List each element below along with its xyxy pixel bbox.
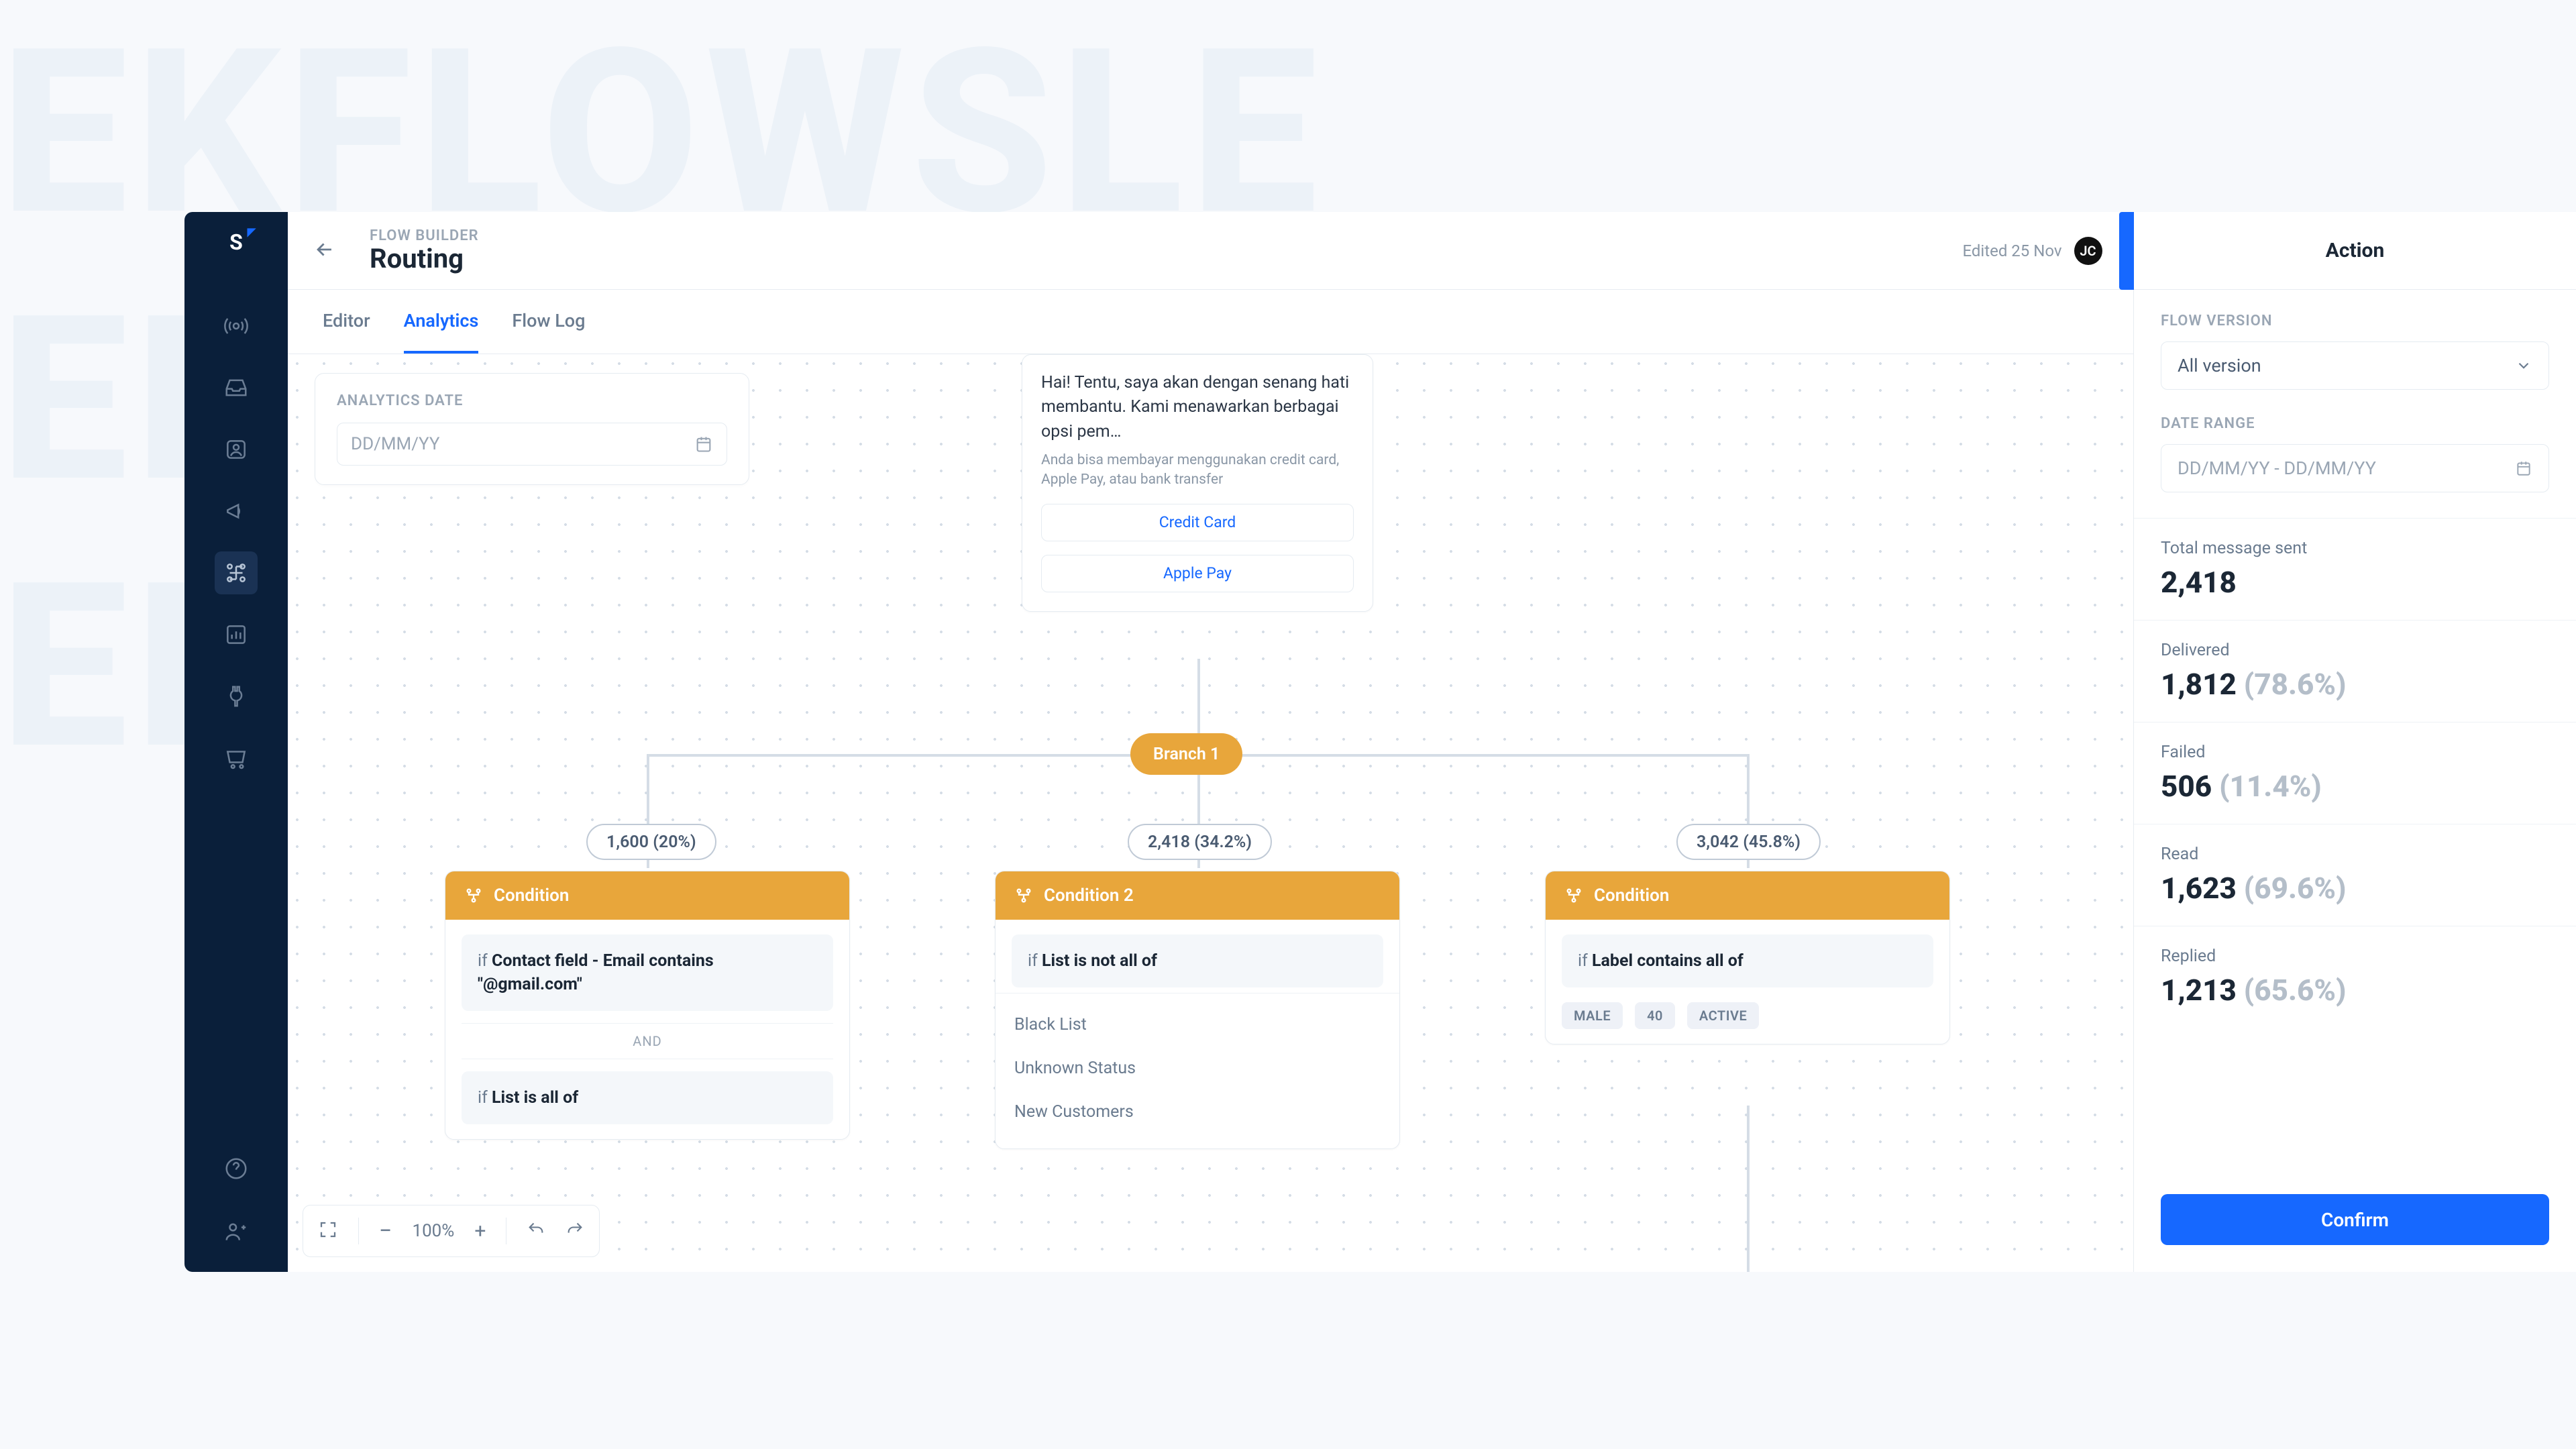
back-button[interactable] (313, 238, 336, 264)
app-logo: S◤ (221, 227, 252, 258)
list-item: New Customers (1012, 1090, 1383, 1134)
count-chip-1: 1,600 (20%) (586, 824, 716, 860)
stat-value: 506 (11.4%) (2161, 769, 2549, 804)
condition-header: Condition (1546, 871, 1949, 920)
date-range-label: DATE RANGE (2161, 415, 2549, 432)
branch-icon (464, 886, 483, 905)
stat-label: Read (2161, 845, 2549, 864)
nav-item-integrations[interactable] (215, 675, 258, 718)
flow-version-select[interactable]: All version (2161, 341, 2549, 390)
page-title: Routing (370, 243, 479, 274)
confirm-button[interactable]: Confirm (2161, 1194, 2549, 1245)
zoom-in-button[interactable]: + (474, 1220, 486, 1243)
nav-item-settings[interactable] (215, 1210, 258, 1253)
condition-header: Condition 2 (996, 871, 1399, 920)
analytics-date-label: ANALYTICS DATE (337, 392, 727, 409)
stat-label: Replied (2161, 947, 2549, 966)
chevron-down-icon (2515, 357, 2532, 374)
action-panel: Action FLOW VERSION All version DATE RAN… (2133, 212, 2576, 1272)
list-item: Black List (1012, 1003, 1383, 1046)
stat-value: 1,812 (78.6%) (2161, 667, 2549, 702)
count-chip-3: 3,042 (45.8%) (1676, 824, 1821, 860)
message-text-2: Anda bisa membayar menggunakan credit ca… (1041, 451, 1354, 490)
nav-item-analytics[interactable] (215, 613, 258, 656)
connector-line (1747, 1106, 1750, 1272)
zoom-toolbar: − 100% + (303, 1205, 600, 1257)
analytics-date-card: ANALYTICS DATE DD/MM/YY (315, 373, 749, 485)
avatar[interactable]: JC (2074, 237, 2102, 265)
tag: ACTIVE (1687, 1002, 1759, 1029)
condition-header: Condition (445, 871, 849, 920)
message-node[interactable]: Hai! Tentu, saya akan dengan senang hati… (1022, 354, 1373, 612)
list-item: Unknown Status (1012, 1046, 1383, 1090)
nav-item-contacts[interactable] (215, 428, 258, 471)
breadcrumb: FLOW BUILDER (370, 227, 479, 244)
condition-rule: if Label contains all of (1562, 934, 1933, 987)
and-divider: AND (462, 1023, 833, 1059)
app-sidebar: S◤ (184, 212, 288, 1272)
branch-icon (1014, 886, 1033, 905)
message-text-1: Hai! Tentu, saya akan dengan senang hati… (1041, 371, 1354, 444)
stat-value: 2,418 (2161, 565, 2549, 600)
nav-item-flow[interactable] (215, 551, 258, 594)
message-option-apple-pay[interactable]: Apple Pay (1041, 555, 1354, 592)
flow-version-label: FLOW VERSION (2161, 313, 2549, 329)
stat-label: Delivered (2161, 641, 2549, 660)
fit-screen-button[interactable] (318, 1220, 338, 1242)
branch-chip[interactable]: Branch 1 (1130, 733, 1242, 775)
message-option-credit-card[interactable]: Credit Card (1041, 504, 1354, 541)
undo-button[interactable] (527, 1220, 545, 1242)
stat-value: 1,213 (65.6%) (2161, 973, 2549, 1008)
calendar-icon (2515, 460, 2532, 477)
condition-card-3[interactable]: Condition if Label contains all of MALE … (1545, 871, 1950, 1044)
stat-value: 1,623 (69.6%) (2161, 871, 2549, 906)
nav-item-commerce[interactable] (215, 737, 258, 780)
edited-stamp: Edited 25 Nov (1962, 241, 2061, 260)
condition-card-1[interactable]: Condition if Contact field - Email conta… (445, 871, 850, 1140)
tab-analytics[interactable]: Analytics (404, 290, 479, 354)
tag: 40 (1635, 1002, 1675, 1029)
redo-button[interactable] (566, 1220, 584, 1242)
condition-rule: if Contact field - Email contains "@gmai… (462, 934, 833, 1011)
calendar-icon (694, 435, 713, 453)
stat-label: Failed (2161, 743, 2549, 762)
condition-card-2[interactable]: Condition 2 if List is not all of Black … (995, 871, 1400, 1149)
panel-title: Action (2134, 212, 2576, 290)
condition-rule: if List is not all of (1012, 934, 1383, 987)
panel-accent (2119, 212, 2134, 290)
date-range-input[interactable]: DD/MM/YY - DD/MM/YY (2161, 444, 2549, 492)
zoom-level: 100% (412, 1221, 454, 1241)
zoom-out-button[interactable]: − (379, 1218, 392, 1244)
tab-editor[interactable]: Editor (323, 290, 370, 354)
nav-item-live[interactable] (215, 305, 258, 347)
branch-icon (1564, 886, 1583, 905)
condition-rule: if List is all of (462, 1071, 833, 1124)
analytics-date-input[interactable]: DD/MM/YY (337, 423, 727, 466)
tab-flow-log[interactable]: Flow Log (512, 290, 585, 354)
stat-label: Total message sent (2161, 539, 2549, 558)
nav-item-inbox[interactable] (215, 366, 258, 409)
tag: MALE (1562, 1002, 1623, 1029)
nav-item-help[interactable] (215, 1147, 258, 1190)
nav-item-broadcast[interactable] (215, 490, 258, 533)
count-chip-2: 2,418 (34.2%) (1128, 824, 1272, 860)
